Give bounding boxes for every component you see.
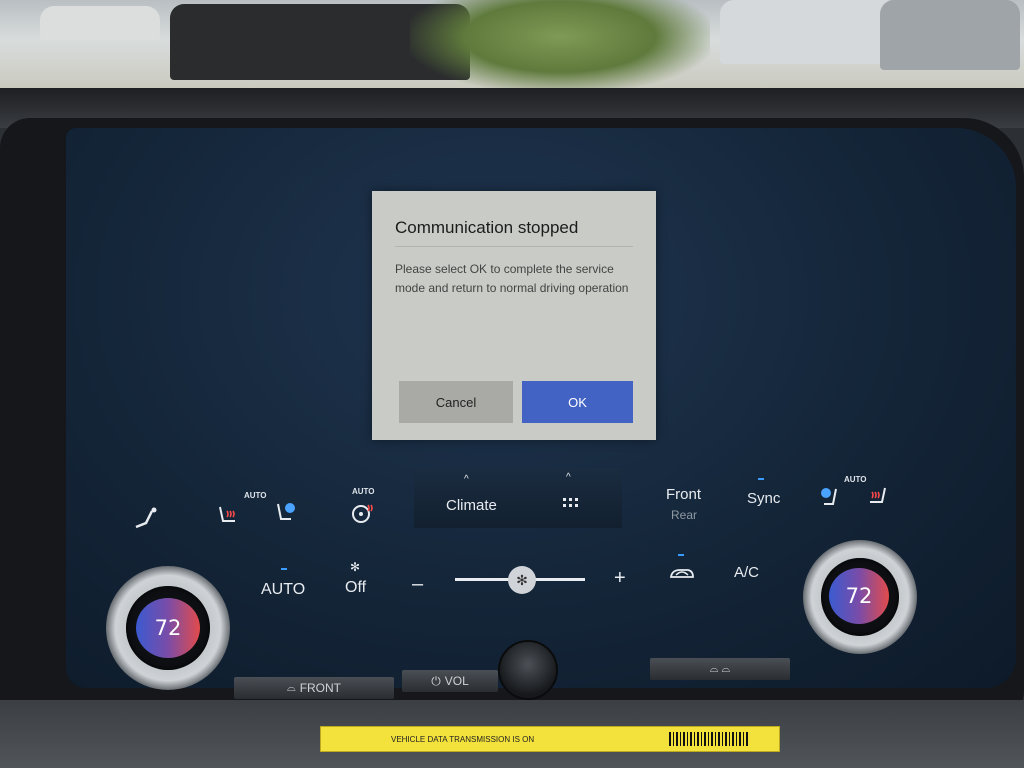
- vol-label: VOL: [444, 674, 469, 688]
- windshield-view: [0, 0, 1024, 100]
- grid-menu-icon[interactable]: [562, 496, 580, 515]
- sync-indicator: [758, 478, 764, 480]
- seat-recline-icon[interactable]: [132, 505, 160, 538]
- air-recirculation-icon[interactable]: [668, 565, 696, 588]
- parked-car: [40, 6, 160, 40]
- fan-increase-button[interactable]: +: [614, 567, 626, 590]
- dialog-title: Communication stopped: [395, 218, 579, 237]
- defrost-icon: ⌓: [286, 681, 296, 694]
- recirc-indicator: [678, 554, 684, 556]
- rear-defrost-button[interactable]: ⌓ ⌓: [650, 658, 790, 680]
- right-temperature-dial[interactable]: 72: [803, 540, 917, 654]
- seat-heater-right-icon[interactable]: [866, 484, 890, 513]
- ac-button[interactable]: A/C: [734, 564, 759, 581]
- ok-button[interactable]: OK: [522, 381, 633, 423]
- front-defrost-button[interactable]: ⌓ FRONT: [234, 677, 394, 699]
- volume-knob[interactable]: [498, 640, 558, 700]
- fan-small-icon: ✻: [350, 560, 361, 574]
- climate-button[interactable]: Climate: [446, 497, 497, 514]
- power-volume-button[interactable]: ⏻ VOL: [402, 670, 498, 692]
- right-temperature-value: 72: [829, 568, 889, 624]
- sticker-text: VEHICLE DATA TRANSMISSION IS ON: [391, 734, 535, 744]
- parked-car: [880, 0, 1020, 70]
- sync-button[interactable]: Sync: [747, 490, 780, 507]
- fan-off-button[interactable]: Off: [345, 579, 366, 597]
- left-dial-center: 72: [126, 586, 210, 670]
- dialog-message: Please select OK to complete the service…: [395, 262, 629, 295]
- front-defrost-label: FRONT: [299, 681, 342, 695]
- communication-stopped-dialog: Communication stopped Please select OK t…: [372, 191, 656, 440]
- tree: [410, 0, 710, 92]
- menu-caret: ^: [566, 472, 571, 483]
- barcode: [669, 732, 749, 746]
- seat-heat-auto-label-right: AUTO: [844, 475, 867, 484]
- rear-defrost-icon: ⌓ ⌓: [709, 662, 731, 675]
- front-zone-button[interactable]: Front: [666, 486, 701, 503]
- seat-vent-right-icon[interactable]: [818, 485, 842, 514]
- steering-wheel-heater-icon[interactable]: [350, 501, 376, 530]
- fan-speed-knob-icon[interactable]: ✻: [508, 566, 536, 594]
- parked-car: [720, 0, 900, 64]
- right-dial-center: 72: [821, 558, 899, 636]
- seat-heat-auto-label: AUTO: [244, 491, 267, 500]
- steering-heat-auto-label: AUTO: [352, 487, 375, 496]
- dialog-divider: [395, 246, 633, 247]
- cancel-button[interactable]: Cancel: [399, 381, 513, 423]
- seat-heater-left-icon[interactable]: [215, 503, 239, 532]
- power-icon: ⏻: [431, 673, 441, 688]
- seat-vent-left-icon[interactable]: [273, 500, 299, 531]
- data-transmission-sticker: VEHICLE DATA TRANSMISSION IS ON: [320, 726, 780, 752]
- climate-caret: ^: [464, 474, 469, 485]
- left-temperature-dial[interactable]: 72: [106, 566, 230, 690]
- auto-climate-button[interactable]: AUTO: [261, 581, 305, 599]
- left-temperature-value: 72: [136, 598, 200, 658]
- auto-indicator: [281, 568, 287, 570]
- fan-decrease-button[interactable]: –: [412, 573, 423, 596]
- rear-zone-button[interactable]: Rear: [671, 508, 697, 522]
